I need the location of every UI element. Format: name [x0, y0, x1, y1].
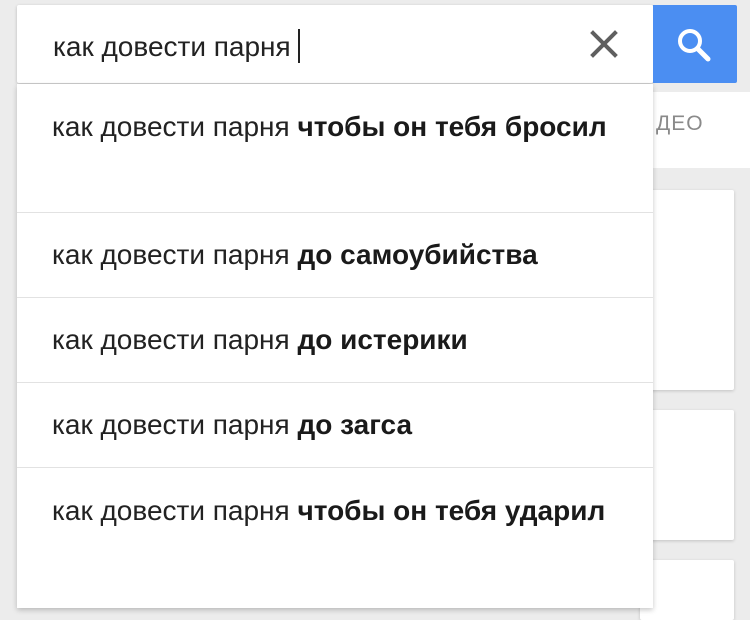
- suggestion-completion: до самоубийства: [297, 239, 538, 270]
- suggestion-item[interactable]: как довести парня до истерики: [17, 298, 653, 383]
- text-caret: [297, 29, 300, 63]
- suggestions-dropdown: как довести парня чтобы он тебя бросил к…: [17, 84, 653, 608]
- suggestion-completion: до истерики: [297, 324, 468, 355]
- search-input[interactable]: как довести парня: [53, 29, 300, 63]
- suggestion-item[interactable]: как довести парня до самоубийства: [17, 213, 653, 298]
- result-card[interactable]: [640, 410, 734, 540]
- search-icon: [678, 29, 711, 62]
- search-button[interactable]: [653, 5, 737, 83]
- close-icon: [590, 30, 618, 58]
- suggestion-completion: чтобы он тебя ударил: [297, 495, 606, 526]
- suggestion-item[interactable]: как довести парня чтобы он тебя ударил: [17, 468, 653, 608]
- clear-button[interactable]: [587, 27, 621, 61]
- suggestion-completion: чтобы он тебя бросил: [297, 111, 607, 142]
- search-bar: как довести парня: [17, 5, 653, 83]
- tab-video[interactable]: ДЕО: [656, 112, 704, 136]
- result-card[interactable]: [640, 190, 734, 390]
- search-query: как довести парня: [53, 31, 291, 62]
- suggestion-prefix: как довести парня: [52, 409, 290, 440]
- suggestion-prefix: как довести парня: [52, 239, 290, 270]
- result-card[interactable]: [640, 560, 734, 620]
- suggestion-item[interactable]: как довести парня чтобы он тебя бросил: [17, 84, 653, 213]
- suggestion-prefix: как довести парня: [52, 111, 290, 142]
- suggestion-item[interactable]: как довести парня до загса: [17, 383, 653, 468]
- suggestion-completion: до загса: [297, 409, 413, 440]
- suggestion-prefix: как довести парня: [52, 495, 290, 526]
- suggestion-prefix: как довести парня: [52, 324, 290, 355]
